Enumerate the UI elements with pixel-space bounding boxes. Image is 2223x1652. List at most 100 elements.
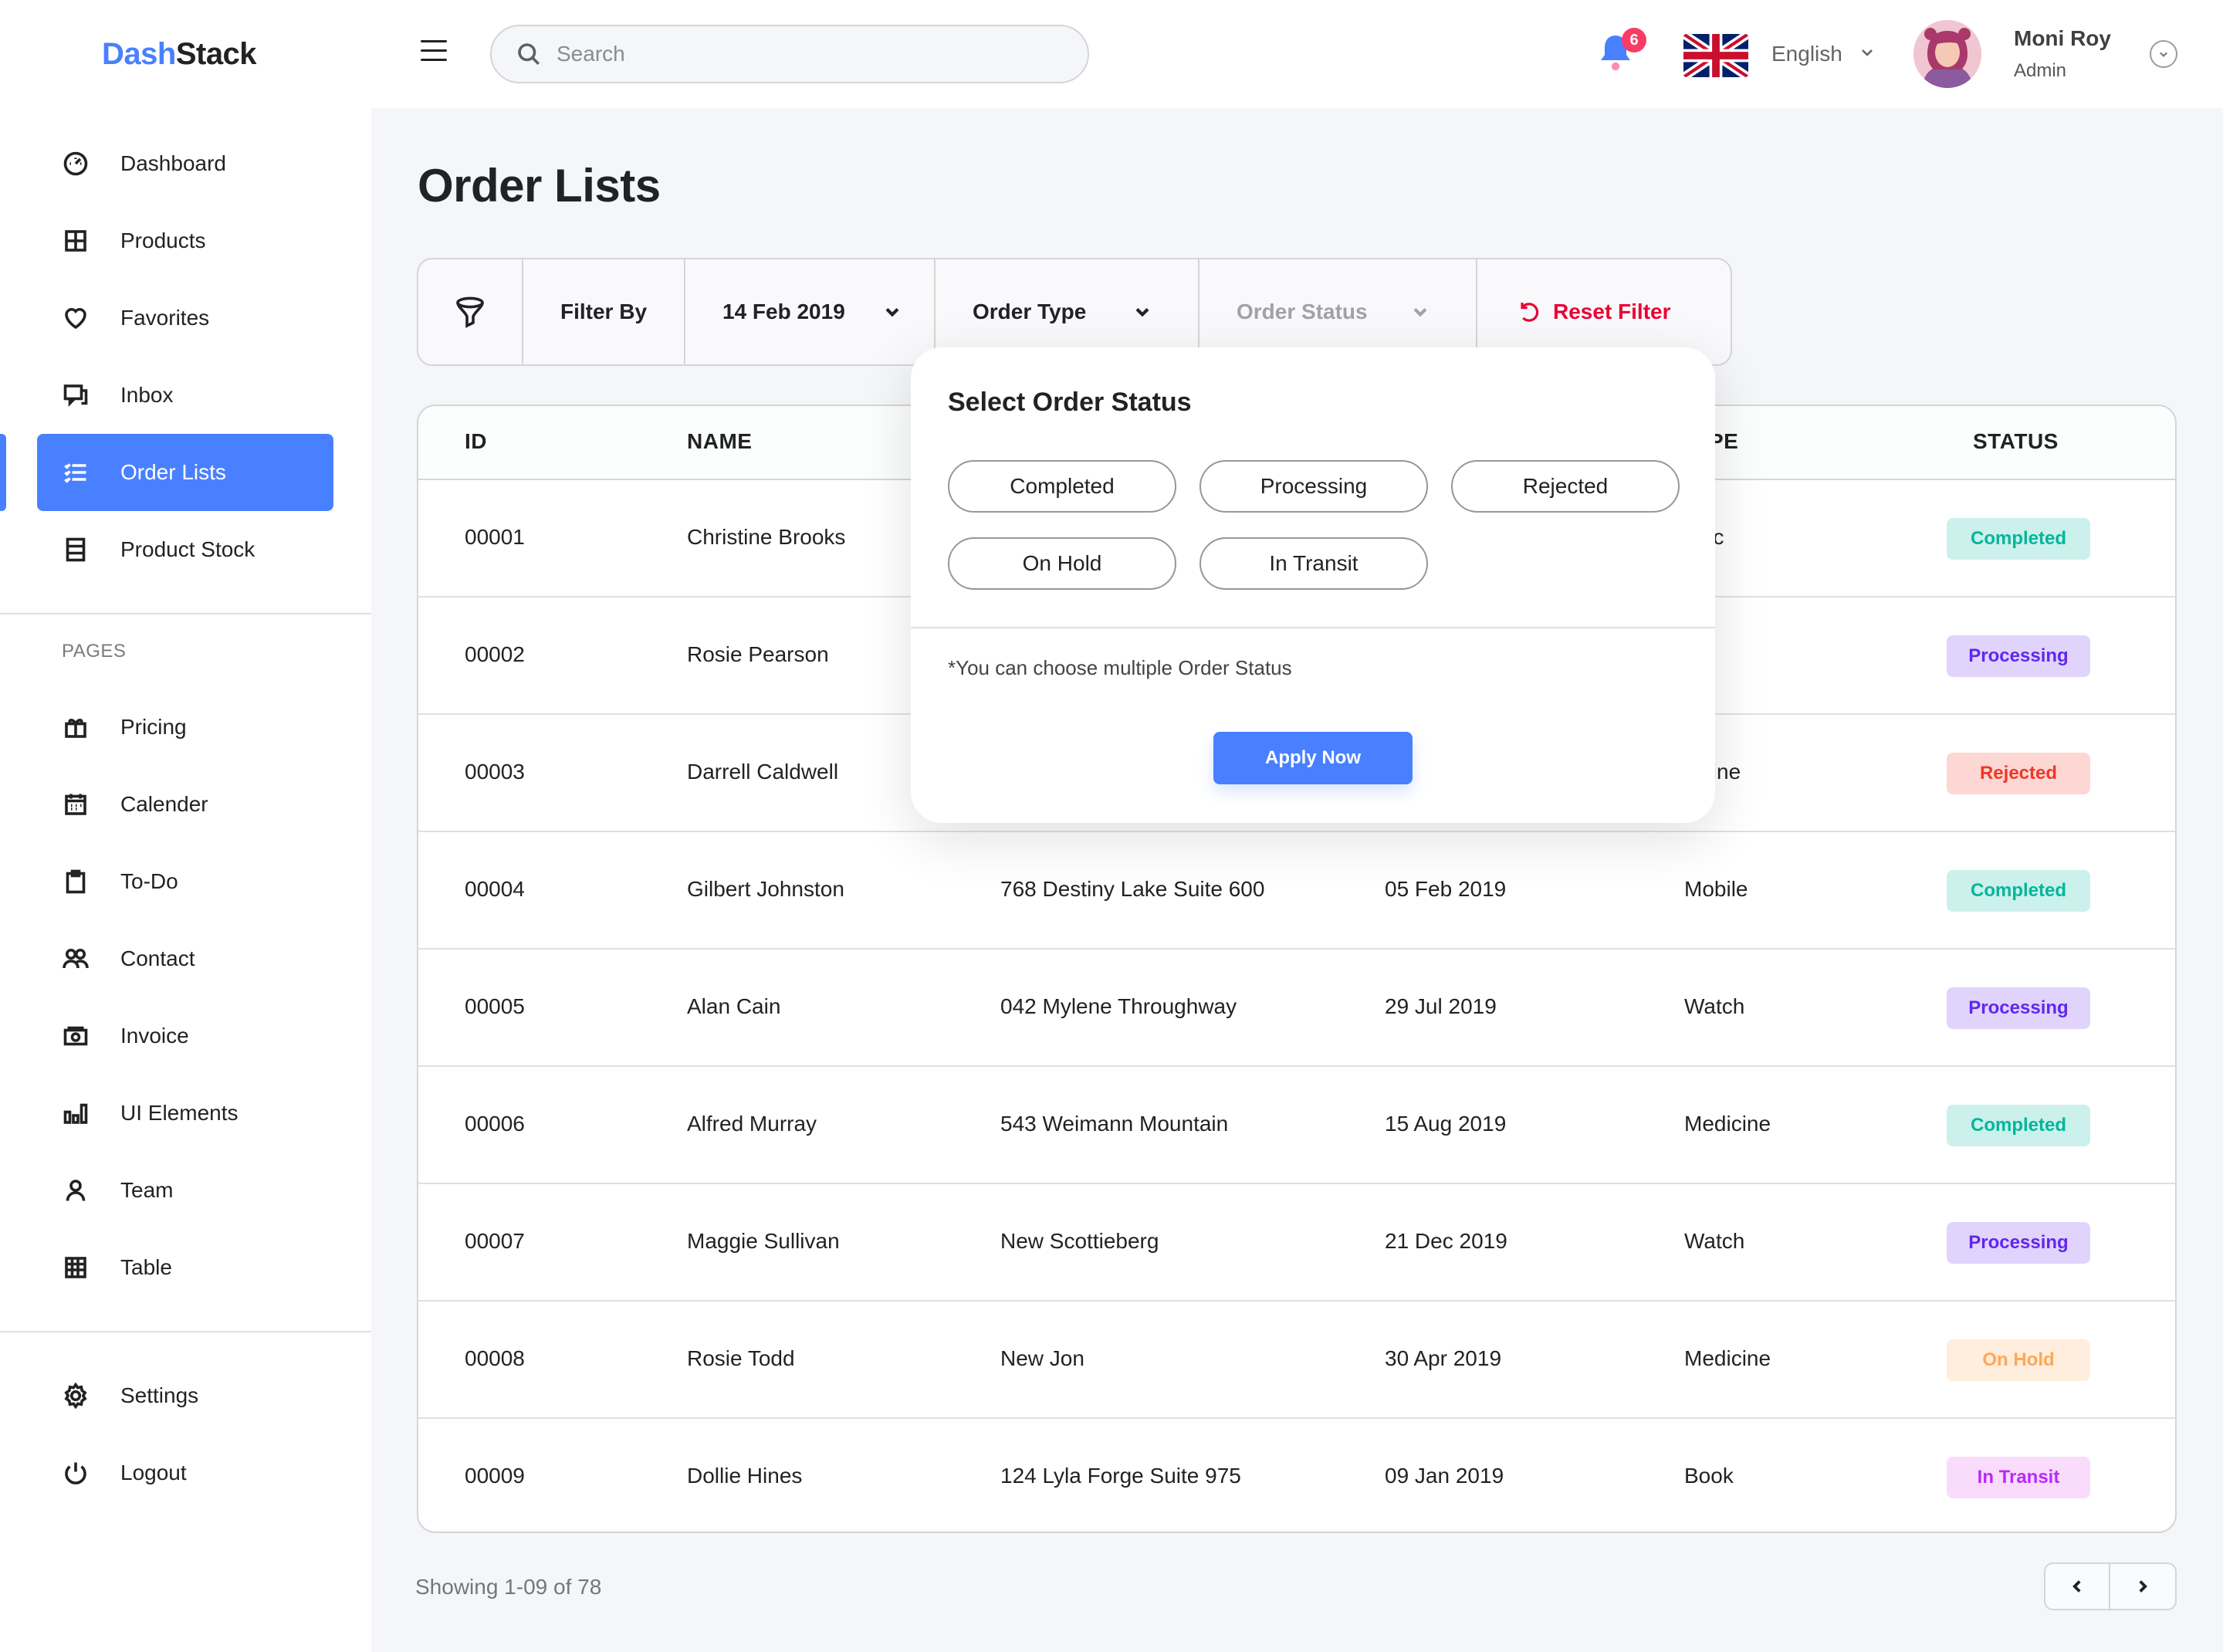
status-badge: Completed: [1947, 870, 2090, 912]
sidebar-item-calender[interactable]: Calender: [0, 766, 371, 843]
sidebar-item-pricing[interactable]: Pricing: [0, 689, 371, 766]
user-icon: [62, 1176, 90, 1204]
chevron-down-icon[interactable]: [1858, 43, 1876, 62]
cell-name: Rosie Todd: [687, 1346, 795, 1370]
table-row[interactable]: 00009 Dollie Hines 124 Lyla Forge Suite 97…: [418, 1419, 2175, 1532]
pages-section-label: PAGES: [62, 641, 127, 662]
cell-date: 15 Aug 2019: [1385, 1112, 1507, 1136]
table-row[interactable]: 00004 Gilbert Johnston 768 Destiny Lake Su…: [418, 832, 2175, 950]
cell-name: Rosie Pearson: [687, 642, 829, 666]
order-type-value: Order Type: [973, 300, 1087, 323]
status-option-completed[interactable]: Completed: [948, 460, 1176, 513]
sidebar-item-logout[interactable]: Logout: [0, 1434, 371, 1512]
cell-type: Medicine: [1684, 1346, 1771, 1370]
popup-divider: [911, 627, 1715, 628]
date-filter-dropdown[interactable]: 14 Feb 2019: [685, 259, 936, 364]
page-title: Order Lists: [418, 160, 661, 212]
status-option-processing[interactable]: Processing: [1199, 460, 1428, 513]
sidebar-item-ui-elements[interactable]: UI Elements: [0, 1075, 371, 1152]
power-icon: [62, 1459, 90, 1487]
users-icon: [62, 945, 90, 973]
pagination-controls: [2044, 1562, 2177, 1610]
popup-note: *You can choose multiple Order Status: [948, 656, 1292, 679]
top-header: 6 English Moni Ro: [371, 0, 2223, 108]
apply-now-button[interactable]: Apply Now: [1213, 732, 1413, 784]
sidebar-item-table[interactable]: Table: [0, 1229, 371, 1306]
gift-icon: [62, 713, 90, 741]
avatar[interactable]: [1913, 20, 1981, 88]
sidebar-item-label: Order Lists: [120, 460, 226, 484]
sidebar-item-team[interactable]: Team: [0, 1152, 371, 1229]
sidebar-item-dashboard[interactable]: Dashboard: [0, 125, 371, 202]
search-icon: [515, 40, 543, 68]
sidebar-item-label: Logout: [120, 1461, 187, 1484]
sidebar-item-contact[interactable]: Contact: [0, 920, 371, 997]
sidebar-item-label: Team: [120, 1178, 174, 1202]
sidebar-item-label: Favorites: [120, 306, 210, 330]
sidebar-item-label: Calender: [120, 792, 208, 816]
brand-logo[interactable]: DashStack: [102, 37, 257, 72]
language-selector[interactable]: English: [1771, 42, 1842, 66]
table-row[interactable]: 00006 Alfred Murray 543 Weimann Mountain 15…: [418, 1067, 2175, 1184]
sidebar-item-label: Invoice: [120, 1024, 189, 1048]
cell-type: Medicine: [1684, 1112, 1771, 1136]
cell-id: 00007: [465, 1229, 525, 1253]
status-option-in-transit[interactable]: In Transit: [1199, 537, 1428, 590]
sidebar-item-product-stock[interactable]: Product Stock: [0, 511, 371, 588]
column-header-id[interactable]: ID: [465, 429, 487, 454]
cell-date: 30 Apr 2019: [1385, 1346, 1502, 1370]
cell-id: 00006: [465, 1112, 525, 1136]
cell-name: Gilbert Johnston: [687, 877, 844, 901]
sidebar-item-settings[interactable]: Settings: [0, 1357, 371, 1434]
column-header-status[interactable]: STATUS: [1973, 429, 2059, 454]
search-bar: [490, 25, 1089, 83]
table-row[interactable]: 00007 Maggie Sullivan New Scottieberg 21 De…: [418, 1184, 2175, 1302]
cell-id: 00004: [465, 877, 525, 901]
status-option-on-hold[interactable]: On Hold: [948, 537, 1176, 590]
cell-date: 09 Jan 2019: [1385, 1464, 1504, 1488]
menu-toggle-button[interactable]: [421, 40, 448, 68]
sidebar-item-invoice[interactable]: Invoice: [0, 997, 371, 1075]
cell-date: 29 Jul 2019: [1385, 994, 1497, 1018]
notification-badge: 6: [1622, 28, 1646, 52]
sidebar-item-products[interactable]: Products: [0, 202, 371, 279]
prev-page-button[interactable]: [2045, 1564, 2111, 1609]
hamburger-line: [421, 49, 447, 52]
status-badge: Processing: [1947, 987, 2090, 1029]
sidebar-item-favorites[interactable]: Favorites: [0, 279, 371, 357]
cell-id: 00003: [465, 760, 525, 784]
pages-nav: Pricing Calender To-Do Contact Invoice U…: [0, 689, 371, 1306]
cell-type: Watch: [1684, 1229, 1745, 1253]
sidebar-item-label: Settings: [120, 1383, 199, 1407]
chart-icon: [62, 1099, 90, 1127]
cell-name: Dollie Hines: [687, 1464, 803, 1488]
cell-address: 124 Lyla Forge Suite 975: [1000, 1464, 1241, 1488]
table-row[interactable]: 00005 Alan Cain 042 Mylene Throughway 29 Ju…: [418, 950, 2175, 1067]
stock-icon: [62, 536, 90, 564]
grid-icon: [62, 227, 90, 255]
order-status-value: Order Status: [1237, 300, 1368, 323]
column-header-name[interactable]: NAME: [687, 429, 752, 454]
sidebar-item-todo[interactable]: To-Do: [0, 843, 371, 920]
cell-name: Alan Cain: [687, 994, 781, 1018]
search-input[interactable]: [557, 42, 1020, 66]
status-badge: Completed: [1947, 1105, 2090, 1146]
uk-flag-icon[interactable]: [1683, 34, 1748, 77]
sidebar: DashStack Dashboard Products Favorites I…: [0, 0, 371, 1652]
status-badge: Rejected: [1947, 753, 2090, 794]
status-badge: Completed: [1947, 518, 2090, 560]
chevron-down-icon: [881, 301, 903, 323]
chevron-down-icon: [1409, 301, 1431, 323]
status-option-rejected[interactable]: Rejected: [1451, 460, 1680, 513]
sidebar-item-inbox[interactable]: Inbox: [0, 357, 371, 434]
chevron-down-icon: [1132, 301, 1153, 323]
chevron-down-icon: [2160, 52, 2167, 57]
sidebar-item-order-lists[interactable]: Order Lists: [0, 434, 371, 511]
profile-menu-button[interactable]: [2150, 40, 2177, 68]
sidebar-item-label: Products: [120, 229, 206, 252]
user-name: Moni Roy: [2014, 26, 2111, 50]
status-badge: Processing: [1947, 1222, 2090, 1264]
table-row[interactable]: 00008 Rosie Todd New Jon 30 Apr 2019 Medicin…: [418, 1302, 2175, 1419]
next-page-button[interactable]: [2110, 1564, 2175, 1609]
user-role: Admin: [2014, 60, 2067, 81]
